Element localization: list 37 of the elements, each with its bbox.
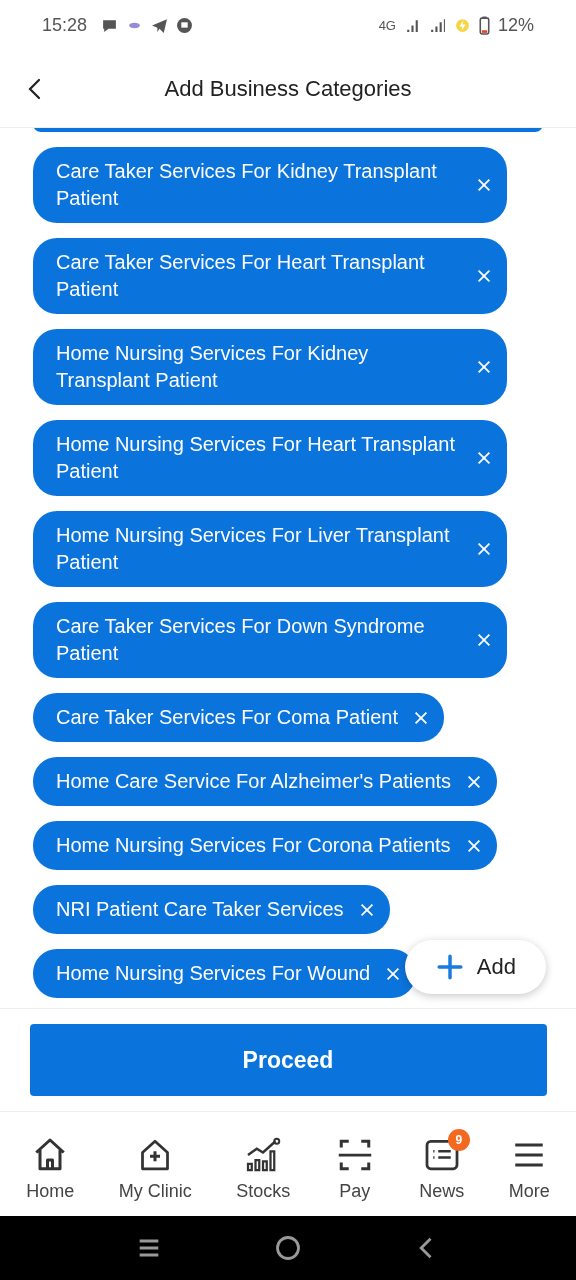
nav-tab[interactable]: Stocks — [226, 1126, 301, 1202]
category-label: Care Taker Services For Kidney Transplant Patient — [56, 159, 438, 211]
battery-level: 12% — [497, 14, 534, 36]
category-label: Care Taker Services For Coma Patient — [56, 705, 398, 730]
nav-tab[interactable]: 9 News — [409, 1126, 475, 1202]
network-type: 4G — [378, 17, 396, 33]
home-circle-icon[interactable] — [274, 1234, 302, 1262]
remove-icon[interactable] — [475, 176, 493, 194]
category-label: Home Nursing Services For Wound — [56, 961, 371, 986]
nav-tab[interactable]: Home — [16, 1126, 85, 1202]
lightning-icon — [453, 16, 471, 34]
nav-tab[interactable]: More — [498, 1126, 560, 1202]
remove-icon[interactable] — [475, 358, 493, 376]
battery-icon — [478, 15, 490, 35]
nav-tab[interactable]: Pay — [324, 1126, 385, 1202]
plus-icon — [436, 954, 463, 980]
category-label: Home Nursing Services For Liver Transplant Patient — [56, 523, 451, 575]
category-label: Home Nursing Services For Heart Transplant Patient — [56, 432, 457, 484]
add-button[interactable]: Add — [404, 940, 546, 994]
nav-tab[interactable]: My Clinic — [108, 1126, 202, 1202]
remove-icon[interactable] — [475, 267, 493, 285]
category-label: Care Taker Services For Down Syndrome Patient — [56, 614, 426, 666]
message-circle-icon — [176, 16, 194, 34]
remove-icon[interactable] — [475, 540, 493, 558]
category-label: NRI Patient Care Taker Services — [56, 897, 344, 922]
signal-icon — [428, 16, 446, 34]
page-title: Add Business Categories — [164, 75, 412, 102]
remove-icon[interactable] — [475, 631, 493, 649]
paper-plane-icon — [151, 16, 169, 34]
remove-icon[interactable] — [475, 449, 493, 467]
category-label: Home Nursing Services For Corona Patients — [56, 833, 451, 858]
category-label: Care Taker Services For Heart Transplant Patient — [56, 250, 426, 302]
category-label: Home Nursing Services For Kidney Transplant Patient — [56, 341, 370, 393]
count-badge: 9 — [447, 1128, 470, 1151]
category-label: Home Care Service For Alzheimer's Patients — [56, 769, 452, 794]
clock-time: 15:28 — [42, 14, 88, 36]
proceed-button[interactable]: Proceed — [29, 1024, 547, 1096]
